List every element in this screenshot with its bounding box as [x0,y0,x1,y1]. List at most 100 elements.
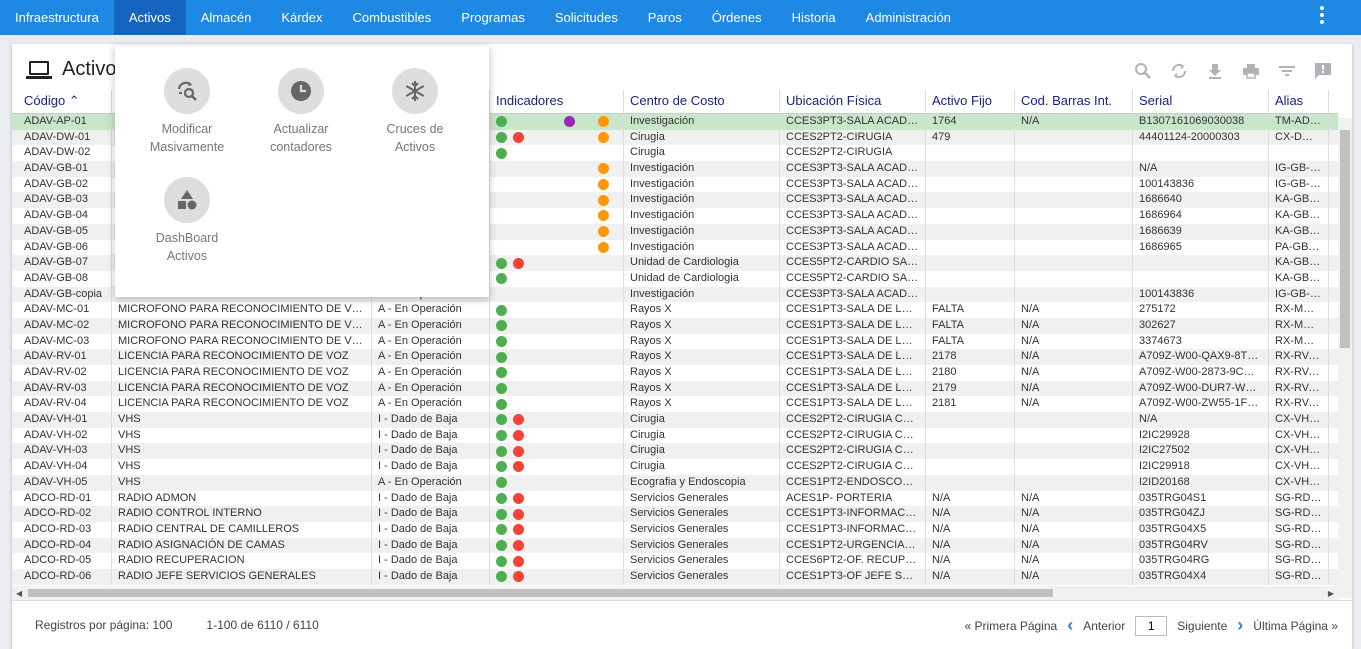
modify-bulk-menu-item[interactable]: Modificar Masivamente [131,68,243,156]
cell-barras: N/A [1015,568,1133,585]
nav-item-paros[interactable]: Paros [633,0,697,35]
status-dot-red [513,492,524,504]
indicators-cell [490,270,624,287]
cell-alias: KA-GB-05 [1269,255,1329,271]
chevron-left-icon[interactable]: ‹ [1067,615,1073,636]
asset-crossings-menu-item[interactable]: Cruces de Activos [359,68,471,156]
nav-item-kardex[interactable]: Kárdex [266,0,337,35]
column-header[interactable]: Centro de Costo [624,90,780,113]
cell-alias: RX-MC-03 [1269,333,1329,350]
refresh-icon[interactable] [1168,60,1190,82]
status-dot-green [496,461,507,473]
cell-alias: SG-RD-05 [1269,553,1329,569]
print-icon[interactable] [1240,60,1262,82]
cell-activo [926,239,1015,256]
cell-centro: Servicios Generales [624,553,780,569]
cell-serial: 302627 [1133,317,1269,334]
cell-serial: 275172 [1133,302,1269,318]
update-counters-menu-item[interactable]: Actualizar contadores [245,68,357,156]
download-icon[interactable] [1204,60,1226,82]
column-header[interactable]: Código ⌃ [12,90,112,113]
column-header[interactable]: Indicadores [490,90,624,113]
table-row[interactable]: ADAV-RV-02 LICENCIA PARA RECONOCIMIENTO D… [12,365,1338,381]
prev-page-link[interactable]: Anterior [1083,619,1125,633]
cell-serial: B1307161069030038 [1133,114,1269,130]
column-header[interactable]: Serial [1133,90,1269,113]
vertical-scrollbar[interactable] [1338,118,1352,598]
cell-nombre: VHS [112,412,372,428]
table-row[interactable]: ADAV-RV-04 LICENCIA PARA RECONOCIMIENTO D… [12,396,1338,413]
filter-icon[interactable] [1276,60,1298,82]
dashboard-menu-item[interactable]: DashBoard Activos [131,177,243,265]
cell-nombre: RADIO JEFE SERVICIOS GENERALES [112,568,372,585]
cell-activo [926,412,1015,428]
cell-codigo: ADAV-MC-01 [12,302,112,318]
table-row[interactable]: ADCO-RD-06 RADIO JEFE SERVICIOS GENERALES… [12,568,1338,585]
scroll-right-icon[interactable]: ▶ [1328,589,1334,598]
cell-estado: A - En Operación [372,349,490,365]
table-row[interactable]: ADCO-RD-04 RADIO ASIGNACIÓN DE CAMAS I - D… [12,537,1338,554]
records-per-page[interactable]: Registros por página: 100 [35,618,172,632]
cell-centro: Servicios Generales [624,568,780,585]
last-page-link[interactable]: Última Página » [1253,619,1338,633]
cell-activo: N/A [926,521,1015,538]
shapes-icon [164,177,210,223]
table-row[interactable]: ADCO-RD-05 RADIO RECUPERACION I - Dado de … [12,553,1338,569]
status-dot-green [496,273,507,285]
table-row[interactable]: ADAV-VH-03 VHS I - Dado de Baja Cirugia CCES… [12,443,1338,460]
nav-item-activos[interactable]: Activos [113,0,186,35]
chevron-right-icon[interactable]: › [1237,615,1243,636]
scroll-left-icon[interactable]: ◀ [16,589,22,598]
column-header[interactable]: Cod. Barras Int. [1015,90,1133,113]
nav-item-solicitudes[interactable]: Solicitudes [540,0,633,35]
indicators-cell [490,255,624,271]
horizontal-scrollbar[interactable]: ◀ ▶ [12,586,1338,600]
next-page-link[interactable]: Siguiente [1177,619,1227,633]
page-number-input[interactable] [1135,615,1168,636]
table-row[interactable]: ADAV-RV-03 LICENCIA PARA RECONOCIMIENTO D… [12,380,1338,397]
table-row[interactable]: ADAV-VH-04 VHS I - Dado de Baja Cirugia CCES… [12,459,1338,475]
nav-item-combustibles[interactable]: Combustibles [338,0,447,35]
feedback-icon[interactable] [1312,60,1334,82]
indicators-cell [490,380,624,397]
table-row[interactable]: ADCO-RD-03 RADIO CENTRAL DE CAMILLEROS I -… [12,521,1338,538]
table-row[interactable]: ADCO-RD-02 RADIO CONTROL INTERNO I - Dado … [12,506,1338,522]
nav-item-administracion[interactable]: Administración [851,0,966,35]
table-row[interactable]: ADAV-VH-01 VHS I - Dado de Baja Cirugia CCES… [12,412,1338,428]
cell-centro: Investigación [624,286,780,303]
cell-serial: I2IC27502 [1133,443,1269,460]
cell-estado: A - En Operación [372,396,490,413]
table-row[interactable]: ADAV-MC-03 MICROFONO PARA RECONOCIMIENTO … [12,333,1338,350]
more-options-icon[interactable] [1317,5,1327,25]
cell-centro: Cirugia [624,412,780,428]
column-header[interactable]: Activo Fijo [926,90,1015,113]
cell-centro: Investigación [624,208,780,224]
table-row[interactable]: ADAV-MC-02 MICROFONO PARA RECONOCIMIENTO … [12,317,1338,334]
cell-activo: N/A [926,537,1015,554]
status-dot-red [513,430,524,442]
nav-item-ordenes[interactable]: Órdenes [697,0,777,35]
table-row[interactable]: ADCO-RD-01 RADIO ADMON I - Dado de Baja Ser… [12,490,1338,507]
cell-alias: KA-GB-06 [1269,270,1329,287]
cell-codigo: ADAV-GB-05 [12,223,112,240]
cell-centro: Rayos X [624,333,780,350]
nav-item-historia[interactable]: Historia [777,0,851,35]
column-header[interactable]: Ubicación Física [780,90,926,113]
nav-item-programas[interactable]: Programas [446,0,540,35]
pager: « Primera Página ‹ Anterior Siguiente › … [964,615,1338,636]
nav-item-infraestructura[interactable]: Infraestructura [0,0,114,35]
table-row[interactable]: ADAV-VH-02 VHS I - Dado de Baja Cirugia CCES… [12,427,1338,444]
nav-item-almacen[interactable]: Almacén [186,0,267,35]
table-row[interactable]: ADAV-MC-01 MICROFONO PARA RECONOCIMIENTO … [12,302,1338,318]
cell-nombre: LICENCIA PARA RECONOCIMIENTO DE VOZ [112,380,372,397]
cell-serial: 035TRG04X4 [1133,568,1269,585]
cell-codigo: ADCO-RD-06 [12,568,112,585]
search-icon[interactable] [1132,60,1154,82]
column-header[interactable]: Alias [1269,90,1329,113]
table-row[interactable]: ADAV-RV-01 LICENCIA PARA RECONOCIMIENTO D… [12,349,1338,365]
table-row[interactable]: ADAV-VH-05 VHS A - En Operación Ecografia y… [12,474,1338,491]
cell-alias: CX-VH-05 [1269,474,1329,491]
cell-activo [926,443,1015,460]
indicators-cell [490,161,624,177]
first-page-link[interactable]: « Primera Página [964,619,1057,633]
